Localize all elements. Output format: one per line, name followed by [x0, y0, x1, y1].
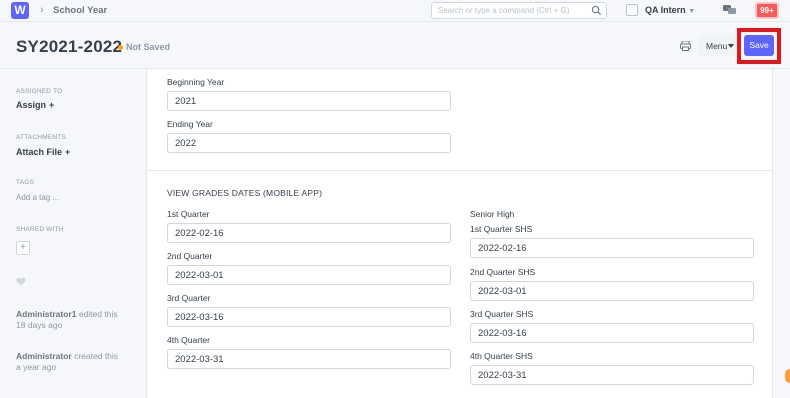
- section-title: VIEW GRADES DATES (MOBILE APP): [167, 188, 323, 198]
- shs-quarter-1-label: 1st Quarter SHS: [470, 224, 533, 234]
- shs-quarter-4-date-input[interactable]: [470, 365, 754, 385]
- user-avatar[interactable]: [626, 4, 638, 16]
- beginning-year-input[interactable]: [167, 91, 451, 111]
- search-placeholder: Search or type a command (Ctrl + G): [438, 6, 570, 15]
- tags-heading: TAGS: [16, 179, 35, 186]
- assign-label: Assign: [16, 100, 47, 110]
- quarter-4-label: 4th Quarter: [167, 335, 210, 345]
- activity-time: 18 days ago: [16, 320, 63, 330]
- shs-quarter-2-date-input[interactable]: [470, 281, 754, 301]
- section-divider: [147, 170, 774, 171]
- chevron-right-icon: ›: [40, 4, 44, 16]
- plus-icon: +: [65, 147, 71, 157]
- search-input[interactable]: Search or type a command (Ctrl + G): [431, 2, 607, 19]
- ending-year-input[interactable]: [167, 133, 451, 153]
- activity-action: created this: [74, 351, 119, 361]
- attach-file-button[interactable]: Attach File +: [16, 147, 70, 157]
- senior-high-heading: Senior High: [470, 209, 515, 219]
- activity-item: Administrator created this a year ago: [16, 351, 128, 373]
- plus-icon: +: [49, 100, 55, 110]
- share-add-button[interactable]: +: [16, 241, 30, 255]
- attach-file-label: Attach File: [16, 147, 63, 157]
- menu-button[interactable]: Menu: [698, 35, 737, 56]
- add-tag-link[interactable]: Add a tag ...: [16, 193, 59, 202]
- activity-user[interactable]: Administrator: [16, 351, 72, 361]
- notifications-badge[interactable]: 99+: [755, 2, 779, 19]
- caret-down-icon: [728, 44, 734, 48]
- save-highlight-box: [737, 28, 781, 64]
- caret-down-icon: ▼: [688, 8, 696, 15]
- quarter-1-date-input[interactable]: [167, 223, 451, 243]
- quarter-2-label: 2nd Quarter: [167, 251, 213, 261]
- sidebar: ASSIGNED TO Assign + ATTACHMENTS Attach F…: [0, 69, 146, 398]
- shs-quarter-3-date-input[interactable]: [470, 323, 754, 343]
- status-badge: Not Saved: [126, 42, 171, 52]
- shs-quarter-3-label: 3rd Quarter SHS: [470, 309, 534, 319]
- menu-label: Menu: [706, 41, 728, 51]
- user-name: QA Intern: [645, 5, 686, 15]
- chat-icon[interactable]: [723, 4, 737, 16]
- activity-item: Administrator1 edited this 18 days ago: [16, 309, 128, 331]
- quarter-1-label: 1st Quarter: [167, 209, 210, 219]
- shs-quarter-1-date-input[interactable]: [470, 238, 754, 258]
- heart-icon[interactable]: [16, 277, 26, 286]
- user-menu[interactable]: QA Intern ▼: [645, 5, 695, 15]
- page-title: SY2021-2022: [16, 37, 123, 56]
- print-icon[interactable]: [680, 41, 691, 51]
- quarter-3-label: 3rd Quarter: [167, 293, 211, 303]
- breadcrumb-school-year[interactable]: School Year: [53, 5, 107, 16]
- search-icon: [591, 5, 602, 16]
- activity-user[interactable]: Administrator1: [16, 309, 76, 319]
- assign-button[interactable]: Assign +: [16, 100, 54, 110]
- ending-year-label: Ending Year: [167, 119, 213, 129]
- assigned-to-heading: ASSIGNED TO: [16, 88, 63, 95]
- activity-action: edited this: [78, 309, 118, 319]
- quarter-3-date-input[interactable]: [167, 307, 451, 327]
- shs-quarter-2-label: 2nd Quarter SHS: [470, 267, 536, 277]
- attachments-heading: ATTACHMENTS: [16, 134, 66, 141]
- quarter-2-date-input[interactable]: [167, 265, 451, 285]
- quarter-4-date-input[interactable]: [167, 349, 451, 369]
- form-body: Beginning Year Ending Year VIEW GRADES D…: [146, 69, 774, 398]
- shs-quarter-4-label: 4th Quarter SHS: [470, 351, 533, 361]
- status-indicator-dot: [118, 45, 123, 50]
- beginning-year-label: Beginning Year: [167, 77, 225, 87]
- activity-time: a year ago: [16, 362, 57, 372]
- app-logo[interactable]: W: [11, 2, 29, 19]
- shared-with-heading: SHARED WITH: [16, 226, 64, 233]
- help-widget-edge[interactable]: [785, 369, 790, 383]
- navbar: W › School Year Search or type a command…: [0, 0, 790, 22]
